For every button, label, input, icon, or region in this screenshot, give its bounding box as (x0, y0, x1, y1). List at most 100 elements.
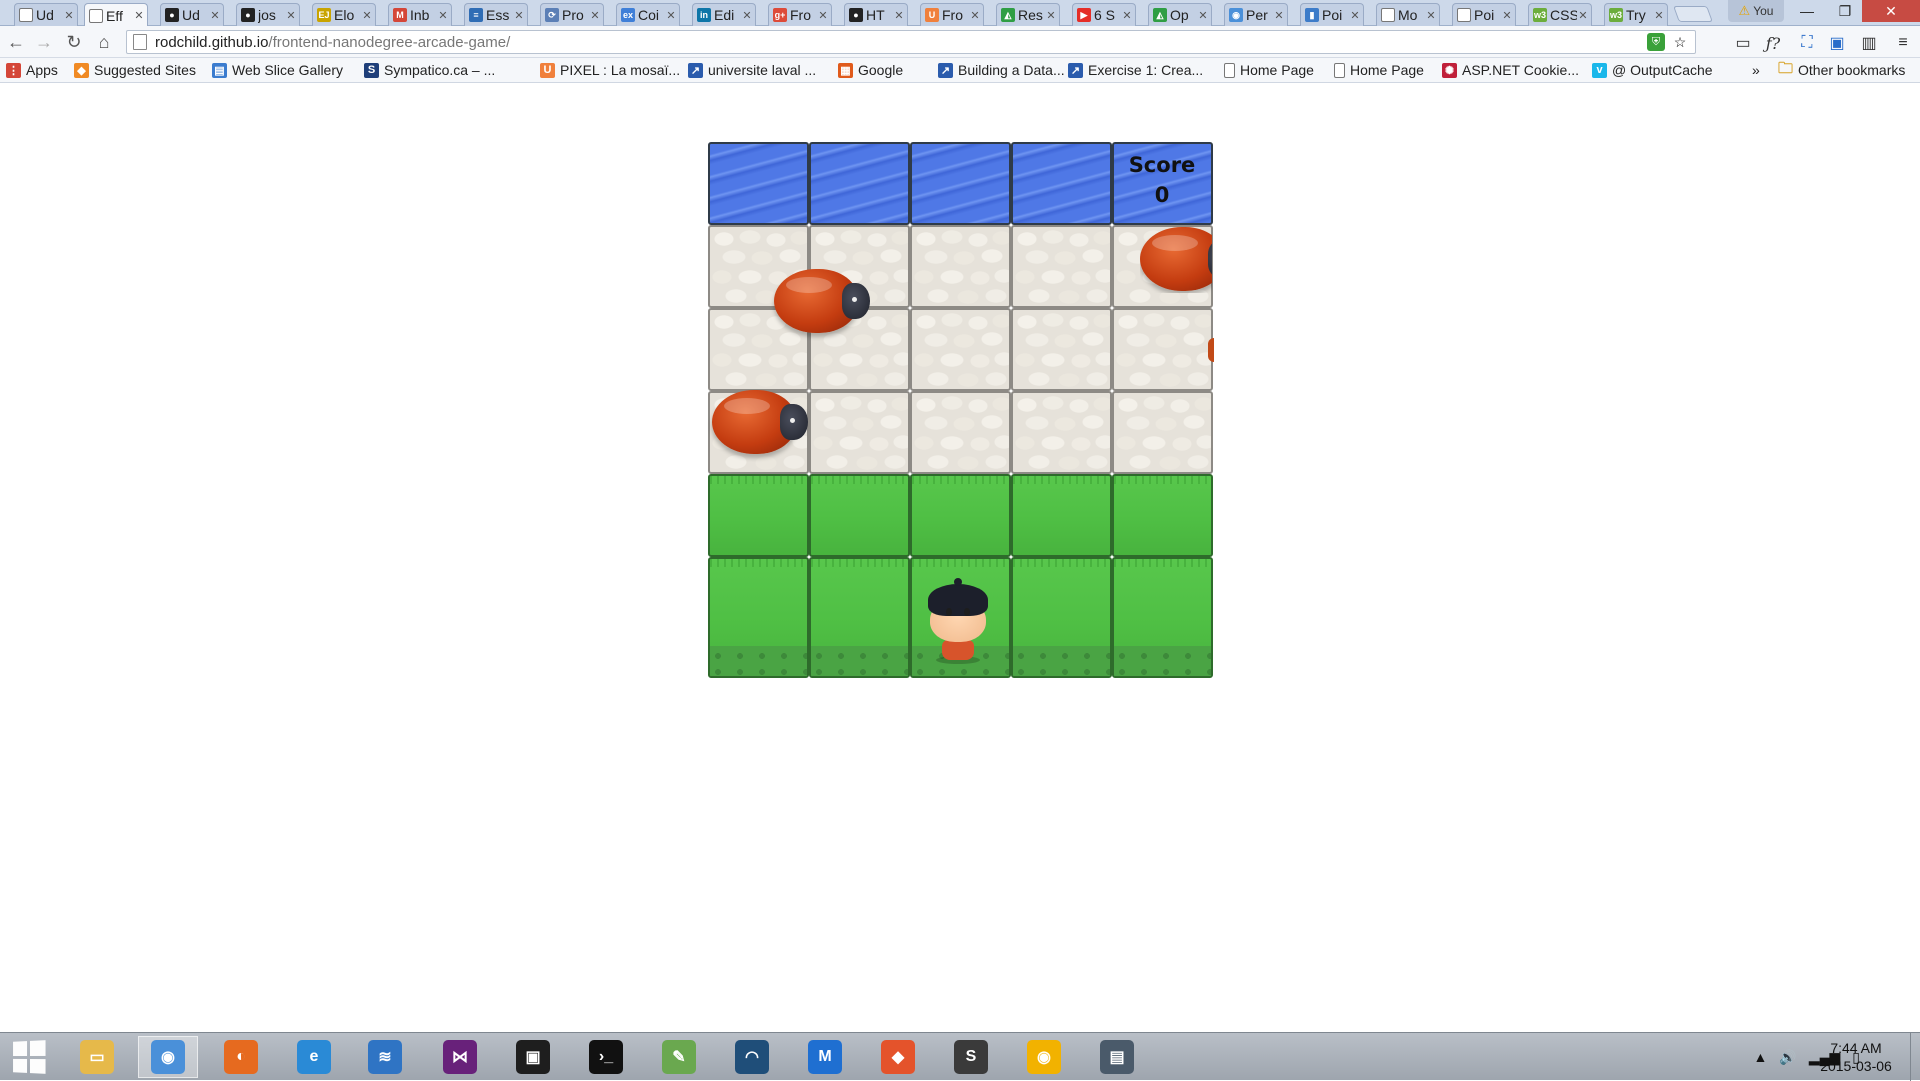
tab-5[interactable]: M Inb ✕ (388, 3, 452, 26)
tab-close-icon[interactable]: ✕ (1197, 9, 1209, 22)
tab-11[interactable]: ● HT ✕ (844, 3, 908, 26)
tab-17[interactable]: ▮ Poi ✕ (1300, 3, 1364, 26)
tab-close-icon[interactable]: ✕ (63, 9, 75, 22)
function-extension-icon[interactable]: ƒ? (1762, 32, 1784, 54)
tab-3[interactable]: ● jos ✕ (236, 3, 300, 26)
tab-close-icon[interactable]: ✕ (1121, 9, 1133, 22)
back-button[interactable]: ← (4, 30, 28, 54)
tab-close-icon[interactable]: ✕ (1045, 9, 1057, 22)
sidebar-icon[interactable]: ▥ (1858, 32, 1880, 54)
tab-close-icon[interactable]: ✕ (1349, 9, 1361, 22)
taskbar-app[interactable]: ◆ (868, 1036, 928, 1078)
bookmark-item[interactable]: ▦ Google (838, 62, 903, 78)
other-bookmarks[interactable]: 🗀 Other bookmarks (1778, 60, 1905, 79)
tab-20[interactable]: w3 CSS ✕ (1528, 3, 1592, 26)
tab-7[interactable]: ⟳ Pro ✕ (540, 3, 604, 26)
taskbar-app[interactable]: ⋈ (430, 1036, 490, 1078)
taskbar-app[interactable]: ›_ (576, 1036, 636, 1078)
tab-18[interactable]: Mo ✕ (1376, 3, 1440, 26)
tab-close-icon[interactable]: ✕ (1501, 9, 1513, 22)
bookmark-item[interactable]: ✺ ASP.NET Cookie... (1442, 62, 1579, 78)
bookmark-item[interactable]: ↗ Building a Data... (938, 62, 1065, 78)
tab-close-icon[interactable]: ✕ (665, 9, 677, 22)
tab-15[interactable]: ◭ Op ✕ (1148, 3, 1212, 26)
tab-14[interactable]: ▶ 6 S ✕ (1072, 3, 1136, 26)
address-bar[interactable]: rodchild.github.io /frontend-nanodegree-… (126, 30, 1696, 54)
new-tab-button[interactable] (1673, 6, 1713, 22)
tab-close-icon[interactable]: ✕ (361, 9, 373, 22)
taskbar-app[interactable]: S (941, 1036, 1001, 1078)
taskbar-app[interactable]: ▣ (503, 1036, 563, 1078)
taskbar-app[interactable]: ▤ (1087, 1036, 1147, 1078)
tab-6[interactable]: ≡ Ess ✕ (464, 3, 528, 26)
tab-close-icon[interactable]: ✕ (285, 9, 297, 22)
taskbar-clock[interactable]: 7:44 AM 2015-03-06 (1818, 1039, 1894, 1075)
tab-close-icon[interactable]: ✕ (1273, 9, 1285, 22)
tab-12[interactable]: U Fro ✕ (920, 3, 984, 26)
tab-9[interactable]: in Edi ✕ (692, 3, 756, 26)
menu-icon[interactable]: ≡ (1892, 32, 1914, 54)
enemy-bug (712, 390, 808, 456)
tab-21[interactable]: w3 Try ✕ (1604, 3, 1668, 26)
bookmark-star-icon[interactable]: ☆ (1671, 33, 1689, 51)
shield-extension-icon[interactable]: ⛨ (1647, 33, 1665, 51)
tab-close-icon[interactable]: ✕ (1653, 9, 1665, 22)
taskbar-app[interactable]: ✎ (649, 1036, 709, 1078)
home-button[interactable]: ⌂ (92, 30, 116, 54)
tab-close-icon[interactable]: ✕ (741, 9, 753, 22)
taskbar-app[interactable]: ≋ (355, 1036, 415, 1078)
reload-button[interactable]: ↻ (62, 30, 86, 54)
bookmark-item[interactable]: Home Page (1334, 62, 1424, 78)
show-desktop-button[interactable] (1910, 1033, 1920, 1081)
cast-icon[interactable]: ▭ (1732, 32, 1754, 54)
bookmark-item[interactable]: ⋮ Apps (6, 62, 58, 78)
tray-overflow-icon[interactable]: ▲ (1754, 1049, 1768, 1065)
taskbar-app[interactable]: M (795, 1036, 855, 1078)
tab-close-icon[interactable]: ✕ (133, 9, 145, 22)
profile-button[interactable]: ⚠ You (1728, 0, 1784, 22)
tab-close-icon[interactable]: ✕ (969, 9, 981, 22)
tab-close-icon[interactable]: ✕ (817, 9, 829, 22)
tab-0[interactable]: Ud ✕ (14, 3, 78, 26)
tab-close-icon[interactable]: ✕ (437, 9, 449, 22)
enemy-bug-entering (1208, 338, 1214, 362)
minimize-button[interactable]: — (1788, 0, 1826, 22)
taskbar-app[interactable]: ◉ (1014, 1036, 1074, 1078)
screen-capture-icon[interactable]: ▣ (1826, 32, 1848, 54)
start-button[interactable] (13, 1040, 47, 1074)
tab-close-icon[interactable]: ✕ (1577, 9, 1589, 22)
bookmark-item[interactable]: ▤ Web Slice Gallery (212, 62, 343, 78)
taskbar-app[interactable]: e (284, 1036, 344, 1078)
maximize-button[interactable]: ❐ (1826, 0, 1864, 22)
tab-16[interactable]: ◉ Per ✕ (1224, 3, 1288, 26)
tab-4[interactable]: EJ Elo ✕ (312, 3, 376, 26)
tab-close-icon[interactable]: ✕ (589, 9, 601, 22)
tab-13[interactable]: ◭ Res ✕ (996, 3, 1060, 26)
tab-1[interactable]: Eff ✕ (84, 3, 148, 27)
tab-close-icon[interactable]: ✕ (1425, 9, 1437, 22)
bookmark-item[interactable]: U PIXEL : La mosaï... (540, 62, 680, 78)
tab-close-icon[interactable]: ✕ (893, 9, 905, 22)
tab-2[interactable]: ● Ud ✕ (160, 3, 224, 26)
bookmark-item[interactable]: v @ OutputCache (1592, 62, 1713, 78)
tab-10[interactable]: g+ Fro ✕ (768, 3, 832, 26)
taskbar-app[interactable]: ◠ (722, 1036, 782, 1078)
bookmark-item[interactable]: Home Page (1224, 62, 1314, 78)
bookmark-item[interactable]: ↗ Exercise 1: Crea... (1068, 62, 1203, 78)
game-canvas[interactable]: Score 0 (708, 142, 1214, 678)
bookmark-item[interactable]: ↗ universite laval ... (688, 62, 816, 78)
close-window-button[interactable]: ✕ (1862, 0, 1920, 22)
taskbar-app[interactable]: ◐ (211, 1036, 271, 1078)
tab-close-icon[interactable]: ✕ (209, 9, 221, 22)
taskbar-app[interactable]: ◉ (138, 1036, 198, 1078)
window-resizer-icon[interactable]: ⛶ (1796, 32, 1818, 54)
volume-icon[interactable]: 🔊 (1779, 1049, 1796, 1066)
bookmarks-overflow[interactable]: » (1752, 62, 1760, 78)
taskbar-app[interactable]: ▭ (67, 1036, 127, 1078)
bookmark-item[interactable]: S Sympatico.ca – ... (364, 62, 495, 78)
bookmark-item[interactable]: ◆ Suggested Sites (74, 62, 196, 78)
tab-8[interactable]: ex Coi ✕ (616, 3, 680, 26)
tab-19[interactable]: Poi ✕ (1452, 3, 1516, 26)
forward-button[interactable]: → (32, 30, 56, 54)
tab-close-icon[interactable]: ✕ (513, 9, 525, 22)
